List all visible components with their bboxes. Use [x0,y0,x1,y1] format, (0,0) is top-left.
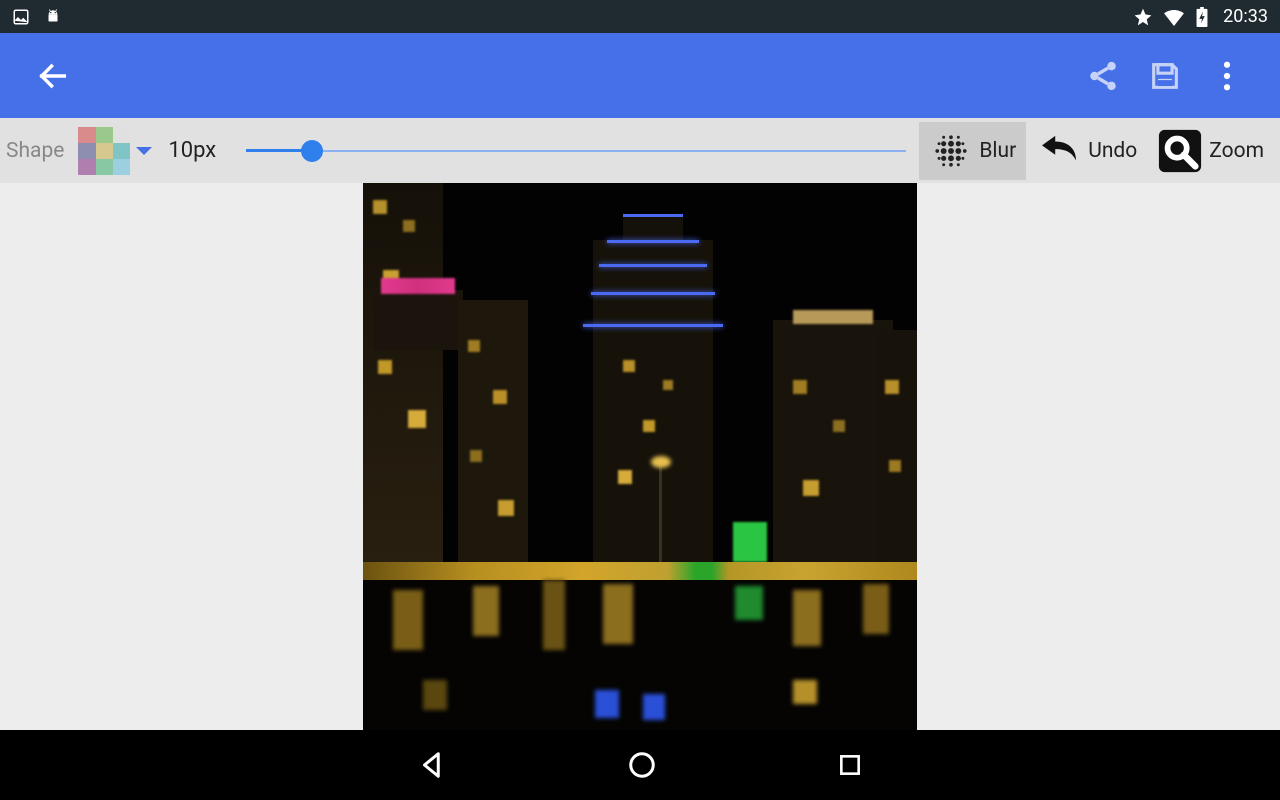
edited-image[interactable] [363,183,917,730]
share-button[interactable] [1074,47,1132,105]
nav-home-button[interactable] [627,750,657,780]
nav-back-button[interactable] [417,750,447,780]
chevron-down-icon[interactable] [136,147,152,155]
save-button[interactable] [1136,47,1194,105]
brush-size-value: 10px [168,138,216,163]
zoom-button[interactable]: Zoom [1147,122,1274,180]
blur-icon [929,129,973,173]
zoom-label: Zoom [1209,139,1264,163]
star-icon [1133,7,1153,27]
undo-icon [1036,134,1082,168]
status-clock: 20:33 [1223,6,1268,27]
shape-picker-swatch[interactable] [78,127,130,175]
zoom-icon [1157,128,1203,174]
image-icon [12,8,30,26]
android-icon [44,8,62,26]
nav-recent-button[interactable] [837,752,863,778]
editor-toolbar: Shape 10px Blur Undo [0,118,1280,183]
blur-tool-button[interactable]: Blur [919,122,1026,180]
brush-size-slider[interactable] [246,136,906,166]
android-nav-bar [0,730,1280,800]
battery-charging-icon [1195,7,1209,27]
back-button[interactable] [24,47,82,105]
image-canvas-area [0,183,1280,730]
blur-tool-label: Blur [979,139,1016,163]
android-status-bar: 20:33 [0,0,1280,33]
shape-label: Shape [6,139,64,163]
app-bar [0,33,1280,118]
undo-button[interactable]: Undo [1026,122,1147,180]
wifi-icon [1163,8,1185,26]
undo-label: Undo [1088,139,1137,163]
overflow-menu-button[interactable] [1198,47,1256,105]
